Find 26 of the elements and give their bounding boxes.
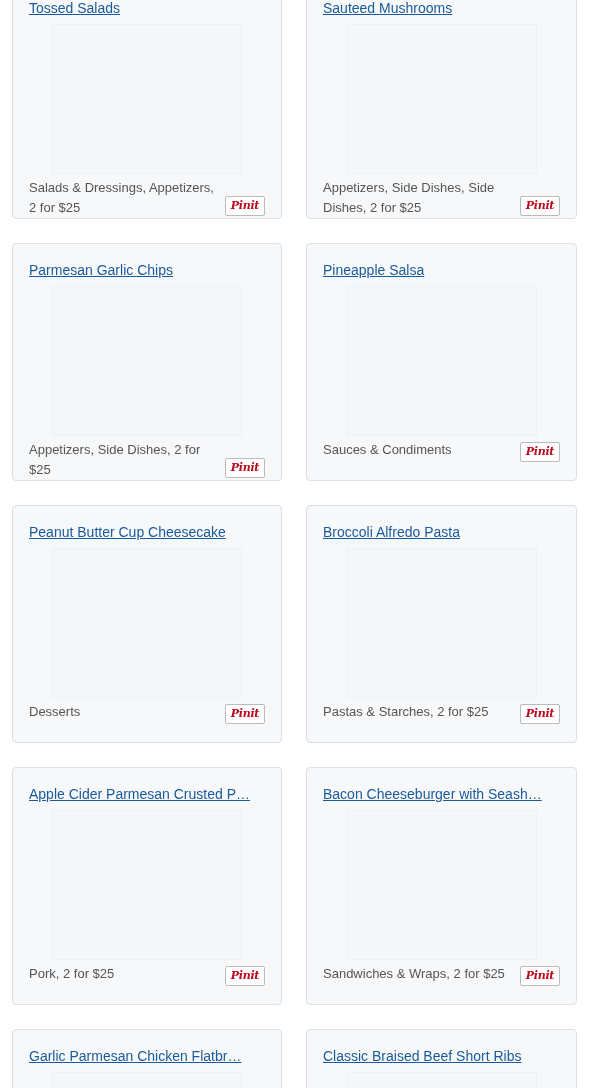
pin-it-button[interactable]: Pinit (520, 704, 560, 724)
pin-it-button[interactable]: Pinit (225, 196, 265, 216)
recipe-title-link[interactable]: Sauteed Mushrooms (323, 0, 453, 18)
recipe-title-link[interactable]: Apple Cider Parmesan Crusted P… (29, 784, 250, 804)
recipe-title-link[interactable]: Broccoli Alfredo Pasta (323, 522, 460, 542)
recipe-title-link[interactable]: Parmesan Garlic Chips (29, 260, 173, 280)
category-text: Appetizers, Side Dishes, Side Dishes, 2 for $25 (323, 179, 496, 217)
pin-it-button[interactable]: Pinit (520, 442, 560, 462)
pin-it-button[interactable]: Pinit (225, 704, 265, 724)
recipe-title-link[interactable]: Bacon Cheeseburger with Seash… (323, 784, 542, 804)
category-text: Pork, 2 for $25 (29, 965, 116, 983)
pin-it-button[interactable]: Pinit (225, 966, 265, 986)
recipe-title-link[interactable]: Peanut Butter Cup Cheesecake (29, 522, 226, 542)
recipe-title-link[interactable]: Garlic Parmesan Chicken Flatbr… (29, 1046, 242, 1066)
category-text: Sandwiches & Wraps, 2 for $25 (323, 965, 506, 983)
pin-it-button[interactable]: Pinit (225, 458, 265, 478)
pin-it-button[interactable]: Pinit (520, 966, 560, 986)
recipe-title-link[interactable]: Tossed Salads (29, 0, 121, 18)
category-text: Appetizers, Side Dishes, 2 for $25 (29, 441, 202, 479)
pin-it-button[interactable]: Pinit (520, 196, 560, 216)
recipe-title-link[interactable]: Pineapple Salsa (323, 260, 425, 280)
category-text: Desserts (29, 703, 82, 721)
category-text: Pastas & Starches, 2 for $25 (323, 703, 490, 721)
recipe-title-link[interactable]: Classic Braised Beef Short Ribs (323, 1046, 522, 1066)
category-text: Salads & Dressings, Appetizers, 2 for $25 (29, 179, 214, 217)
category-text: Sauces & Condiments (323, 441, 453, 459)
